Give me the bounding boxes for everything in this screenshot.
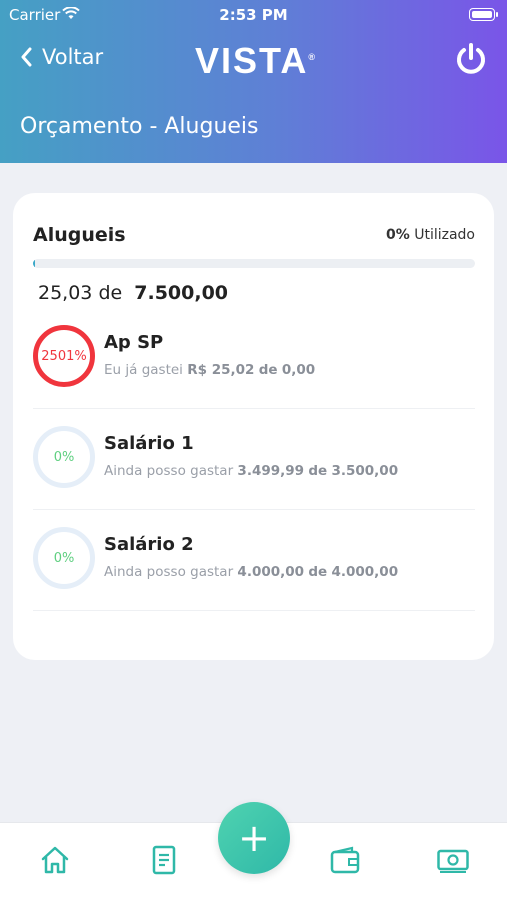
budget-progress-fill — [33, 259, 36, 268]
vista-logo: VISTA® — [195, 40, 317, 81]
item-name: Salário 1 — [104, 433, 194, 454]
of-label: de — [98, 282, 123, 304]
item-detail: Ainda posso gastar 3.499,99 de 3.500,00 — [104, 463, 399, 479]
budget-list: 2501% Ap SP Eu já gastei R$ 25,02 de 0,0… — [33, 308, 475, 611]
status-bar: Carrier 2:53 PM — [0, 0, 507, 28]
budget-item[interactable]: 0% Salário 1 Ainda posso gastar 3.499,99… — [33, 409, 475, 510]
usage-label: 0% Utilizado — [386, 227, 475, 243]
percent-ring: 0% — [33, 426, 95, 488]
document-icon[interactable] — [152, 845, 176, 875]
item-detail: Eu já gastei R$ 25,02 de 0,00 — [104, 362, 316, 378]
usage-text: Utilizado — [414, 227, 475, 243]
home-icon[interactable] — [40, 845, 70, 875]
spent-value: 25,03 — [38, 282, 93, 304]
header: Carrier 2:53 PM Voltar VISTA® Orçamento … — [0, 0, 507, 163]
add-button[interactable]: + — [218, 802, 290, 874]
back-label: Voltar — [42, 45, 104, 69]
budget-totals: 25,03 de 7.500,00 — [38, 282, 228, 304]
total-value: 7.500,00 — [134, 282, 229, 304]
money-icon[interactable] — [437, 845, 469, 875]
power-icon[interactable] — [455, 42, 487, 76]
plus-icon: + — [238, 816, 270, 860]
item-name: Salário 2 — [104, 534, 194, 555]
budget-item[interactable]: 2501% Ap SP Eu já gastei R$ 25,02 de 0,0… — [33, 308, 475, 409]
back-button[interactable]: Voltar — [20, 45, 103, 69]
budget-progress-bar — [33, 259, 475, 268]
wallet-icon[interactable] — [330, 845, 360, 875]
budget-title: Alugueis — [33, 224, 126, 246]
page-title: Orçamento - Alugueis — [20, 114, 259, 139]
budget-item[interactable]: 0% Salário 2 Ainda posso gastar 4.000,00… — [33, 510, 475, 611]
status-time: 2:53 PM — [219, 6, 288, 24]
chevron-left-icon — [21, 47, 32, 67]
battery-icon — [469, 8, 498, 21]
usage-percent: 0% — [385, 227, 410, 243]
percent-ring: 0% — [33, 527, 95, 589]
item-name: Ap SP — [104, 332, 164, 353]
item-detail: Ainda posso gastar 4.000,00 de 4.000,00 — [104, 564, 399, 580]
budget-card: Alugueis 0% Utilizado 25,03 de 7.500,00 … — [13, 193, 494, 660]
percent-ring: 2501% — [33, 325, 95, 387]
